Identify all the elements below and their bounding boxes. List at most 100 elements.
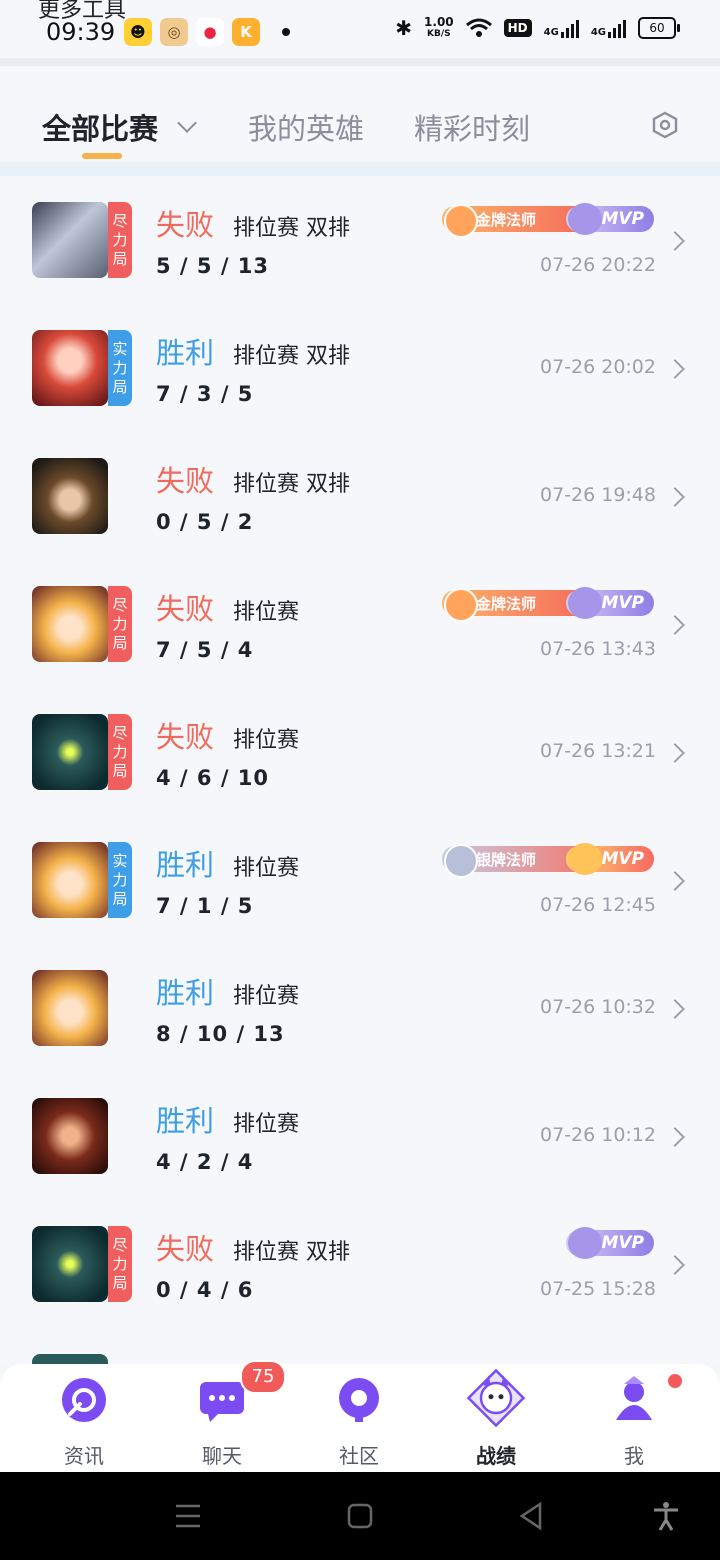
match-quality-badge: 尽力局	[108, 202, 132, 278]
match-row[interactable]: 尽力局失败 排位赛 双排 5 / 5 / 13 07-26 20:22 金牌法师 MVP	[0, 176, 720, 304]
match-kda: 5 / 5 / 13	[156, 254, 270, 278]
net-speed-unit: KB/S	[427, 29, 451, 39]
hero-avatar	[32, 330, 108, 406]
match-row[interactable]: 尽力局失败 排位赛 双排 0 / 4 / 6 07-25 15:28 MVP	[0, 1200, 720, 1328]
badge-char: 力	[112, 614, 128, 633]
back-icon[interactable]	[516, 1500, 548, 1532]
match-result: 失败	[156, 1232, 215, 1266]
news-icon	[62, 1378, 106, 1422]
match-list[interactable]: 尽力局失败 排位赛 双排 5 / 5 / 13 07-26 20:22 金牌法师 MVP 实…	[0, 176, 720, 1364]
match-row[interactable]: 失败 排位赛 双排 0 / 5 / 2 07-26 19:48	[0, 432, 720, 560]
badge-char: 局	[112, 249, 128, 268]
menu-icon[interactable]	[172, 1500, 204, 1532]
badge-char: 力	[112, 230, 128, 249]
chat-unread-badge: 75	[240, 1360, 286, 1394]
chevron-right-icon	[665, 359, 685, 379]
wifi-icon	[465, 18, 492, 37]
badge-char: 力	[112, 742, 128, 761]
match-time: 07-26 20:22	[539, 254, 656, 276]
mvp-trophy-icon	[568, 843, 602, 875]
badge-char: 尽	[112, 723, 128, 742]
match-quality-badge: 实力局	[108, 330, 132, 406]
signal-icon: 4G	[544, 18, 579, 38]
match-row[interactable]: 尽力局失败 排位赛 4 / 6 / 10 07-26 13:21	[0, 688, 720, 816]
match-row[interactable]: 胜利 排位赛 8 / 10 / 13 07-26 10:32	[0, 944, 720, 1072]
nav-label: 社区	[339, 1444, 379, 1468]
mvp-tag: MVP	[566, 587, 654, 619]
status-right-icons: ✱ 1.00 KB/S HD 4G 4G 60	[395, 16, 680, 40]
chevron-down-icon[interactable]	[177, 113, 197, 133]
match-kda: 7 / 5 / 4	[156, 638, 254, 662]
match-quality-badge: 尽力局	[108, 586, 132, 662]
badge-char: 局	[112, 889, 128, 908]
status-app-icons: ☻ ◎ ● K	[124, 18, 290, 46]
chevron-right-icon	[665, 231, 685, 251]
badge-char: 局	[112, 1273, 128, 1292]
header-separator	[0, 162, 720, 176]
match-mode: 排位赛 双排	[233, 1240, 350, 1265]
location-pin-icon: ●	[196, 18, 224, 46]
nav-news[interactable]: 资讯	[12, 1364, 156, 1472]
match-kda: 4 / 6 / 10	[156, 766, 270, 790]
tab-all-matches[interactable]: 全部比赛	[42, 106, 158, 148]
medal-icon	[444, 844, 478, 878]
match-result: 失败	[156, 720, 215, 754]
nav-me[interactable]: 我	[562, 1364, 706, 1472]
app-notification-icon: K	[232, 18, 260, 46]
chevron-right-icon	[665, 743, 685, 763]
record-icon	[466, 1368, 526, 1428]
nav-community[interactable]: 社区	[287, 1364, 431, 1472]
settings-icon[interactable]	[652, 111, 678, 139]
signal-label: 4G	[590, 27, 606, 38]
match-row[interactable]: 实力局胜利 排位赛 7 / 1 / 5 07-26 12:45 银牌法师 MVP	[0, 816, 720, 944]
battery-icon: 60	[638, 17, 680, 39]
match-row[interactable]: 实力局胜利 排位赛 双排 7 / 3 / 5 07-26 20:02	[0, 304, 720, 432]
home-icon[interactable]	[344, 1500, 376, 1532]
match-mode: 排位赛	[233, 728, 300, 753]
hero-avatar	[32, 970, 108, 1046]
more-notifications-dot	[282, 28, 290, 36]
nav-records[interactable]: 战绩	[424, 1364, 568, 1472]
match-time: 07-26 12:45	[539, 894, 656, 916]
match-row-partial[interactable]	[0, 1328, 720, 1364]
status-bar: 更多工具 09:39 ☻ ◎ ● K ✱ 1.00 KB/S HD 4G 4G …	[0, 0, 720, 58]
match-kda: 8 / 10 / 13	[156, 1022, 285, 1046]
medal-icon	[444, 588, 478, 622]
app-notification-icon: ☻	[124, 18, 152, 46]
match-result: 胜利	[156, 1104, 215, 1138]
match-result: 胜利	[156, 976, 215, 1010]
nav-label: 我	[624, 1444, 644, 1468]
match-time: 07-26 20:02	[539, 356, 656, 378]
match-kda: 7 / 1 / 5	[156, 894, 254, 918]
mvp-trophy-icon	[568, 203, 602, 235]
badge-char: 局	[112, 633, 128, 652]
match-row[interactable]: 尽力局失败 排位赛 7 / 5 / 4 07-26 13:43 金牌法师 MVP	[0, 560, 720, 688]
hero-avatar	[32, 458, 108, 534]
match-result: 失败	[156, 592, 215, 626]
match-mode: 排位赛	[233, 600, 300, 625]
match-row[interactable]: 胜利 排位赛 4 / 2 / 4 07-26 10:12	[0, 1072, 720, 1200]
tab-my-heroes[interactable]: 我的英雄	[248, 106, 364, 148]
tab-highlights[interactable]: 精彩时刻	[414, 106, 530, 148]
profile-icon	[616, 1376, 652, 1420]
accessibility-icon[interactable]	[650, 1500, 682, 1532]
match-kda: 7 / 3 / 5	[156, 382, 254, 406]
match-time: 07-26 19:48	[539, 484, 656, 506]
mvp-label: MVP	[601, 209, 644, 229]
hero-avatar	[32, 714, 108, 790]
badge-char: 实	[112, 339, 128, 358]
mvp-tag: MVP	[566, 203, 654, 235]
medal-label: 银牌法师	[476, 850, 537, 869]
match-time: 07-25 15:28	[539, 1278, 656, 1300]
nav-label: 资讯	[64, 1444, 104, 1468]
match-kda: 4 / 2 / 4	[156, 1150, 254, 1174]
badge-char: 实	[112, 851, 128, 870]
match-mode: 排位赛	[233, 1112, 300, 1137]
match-time: 07-26 13:21	[539, 740, 656, 762]
header-tabs: 全部比赛 我的英雄 精彩时刻	[0, 66, 720, 162]
match-result: 失败	[156, 208, 215, 242]
mvp-trophy-icon	[568, 587, 602, 619]
status-time: 09:39	[46, 18, 116, 46]
bottom-navigation: 资讯 聊天 75 社区 战绩 我	[0, 1360, 720, 1472]
match-time: 07-26 10:32	[539, 996, 656, 1018]
